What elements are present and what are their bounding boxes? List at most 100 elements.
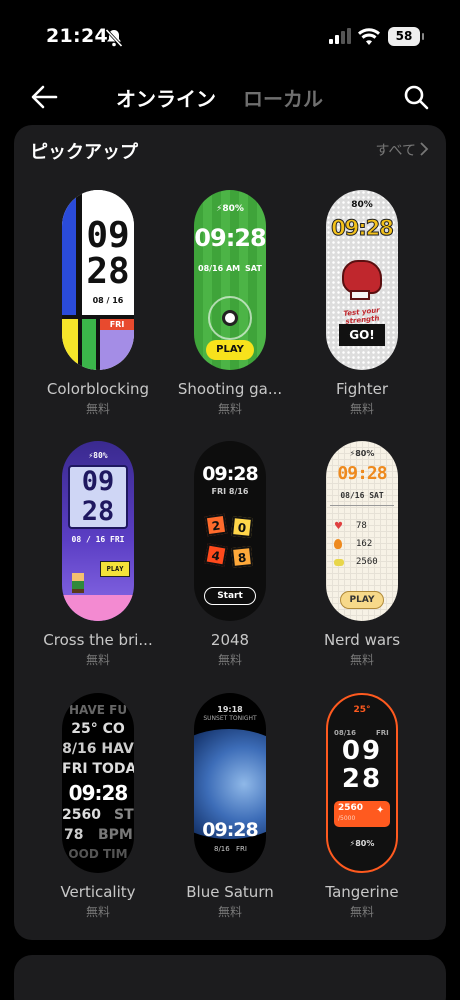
pixel-character-icon xyxy=(72,573,84,593)
cellular-signal-icon xyxy=(329,28,351,44)
watchface-preview-2048: 09:28 FRI 8/16 2 0 4 8 Start xyxy=(194,441,266,621)
date-text: 08/16 AM xyxy=(198,264,241,273)
soccer-ball-icon xyxy=(222,310,238,326)
pickup-section: ピックアップ すべて FRI 09 28 08 / 16 Colorblocki… xyxy=(14,125,446,940)
watchface-preview-verticality: HAVE FU 25° CO 8/16 HAV FRI TODA 09:28 2… xyxy=(62,693,134,873)
text-line: 25° CO xyxy=(71,721,125,737)
date-text: 08 / 16 FRI xyxy=(71,535,125,544)
watchface-preview-tangerine: 25° 08/16 FRI 09 28 2560 /5000 ✦ ⚡80% xyxy=(326,693,398,873)
battery-text: ⚡80% xyxy=(349,449,375,458)
item-price: 無料 xyxy=(349,402,374,416)
hour-text: 09 xyxy=(341,736,383,766)
tile: 4 xyxy=(204,543,228,567)
text-line: 8/16 HAV xyxy=(62,741,134,757)
text-line: HAVE FU xyxy=(68,703,128,717)
watchface-card[interactable]: FRI 09 28 08 / 16 Colorblocking 無料 xyxy=(28,190,168,417)
battery-text: ⚡80% xyxy=(349,839,375,848)
weather-text: 25° xyxy=(353,705,371,715)
steps-icon xyxy=(334,559,344,566)
watchface-card[interactable]: ⚡80% 09:28 08/16 AM SAT PLAY Shooting ga… xyxy=(160,190,300,417)
watchface-card[interactable]: 25° 08/16 FRI 09 28 2560 /5000 ✦ ⚡80% Ta… xyxy=(292,693,432,920)
time-text: 09:28 xyxy=(68,781,129,805)
watchface-preview-blue-saturn: 19:18 SUNSET TONIGHT 09:28 8/16 FRI xyxy=(194,693,266,873)
see-all-link[interactable]: すべて xyxy=(376,140,416,160)
steps-value: 2560 xyxy=(62,807,101,823)
search-icon[interactable] xyxy=(403,84,429,110)
item-price: 無料 xyxy=(85,402,110,416)
day-text: FRI xyxy=(236,845,247,853)
section-title: ピックアップ xyxy=(30,142,138,163)
watchface-preview-shooting: ⚡80% 09:28 08/16 AM SAT PLAY xyxy=(194,190,266,370)
tile: 2 xyxy=(204,513,228,537)
date-text: 08/16 SAT xyxy=(340,491,384,500)
chevron-right-icon[interactable] xyxy=(419,142,429,156)
go-button: GO! xyxy=(339,324,385,346)
bpm-label: BPM xyxy=(98,827,133,843)
start-button: Start xyxy=(204,587,256,605)
item-name: Fighter xyxy=(335,380,388,398)
tile: 8 xyxy=(231,546,253,568)
tab-local[interactable]: ローカル xyxy=(243,83,323,112)
calories-value: 162 xyxy=(356,539,373,549)
heart-rate-value: 78 xyxy=(356,521,367,531)
steps-value: 2560 xyxy=(338,803,364,813)
watchface-preview-cross-the-bridge: ⚡80% 09 28 08 / 16 FRI PLAY xyxy=(62,441,134,621)
item-price: 無料 xyxy=(85,905,110,919)
minute-text: 28 xyxy=(86,251,130,292)
battery-text: ⚡80% xyxy=(216,204,244,214)
watchface-card[interactable]: 19:18 SUNSET TONIGHT 09:28 8/16 FRI Blue… xyxy=(160,693,300,920)
item-price: 無料 xyxy=(217,402,242,416)
time-text: 09:28 xyxy=(202,463,258,485)
date-text: 8/16 xyxy=(214,845,230,853)
next-section-card xyxy=(14,955,446,1000)
status-bar: 21:24 58 xyxy=(0,0,460,70)
hour-text: 09 xyxy=(81,466,115,497)
runner-icon: ✦ xyxy=(376,805,385,816)
heart-icon: ♥ xyxy=(334,521,343,532)
caption-text: SUNSET TONIGHT xyxy=(203,715,257,722)
watchface-card[interactable]: 09:28 FRI 8/16 2 0 4 8 Start 2048 無料 xyxy=(160,441,300,668)
item-name: Cross the bri... xyxy=(43,631,153,649)
item-name: 2048 xyxy=(210,631,250,649)
minute-text: 28 xyxy=(341,764,383,794)
boxing-glove-icon xyxy=(342,260,382,294)
play-button: PLAY xyxy=(206,340,254,360)
time-text: 09:28 xyxy=(194,224,266,252)
time-text: 09:28 xyxy=(337,463,387,484)
time-text: 09:28 xyxy=(331,216,395,241)
watchface-card[interactable]: HAVE FU 25° CO 8/16 HAV FRI TODA 09:28 2… xyxy=(28,693,168,920)
watchface-card[interactable]: 80% 09:28 Test your strength GO! Fighter… xyxy=(292,190,432,417)
watchface-card[interactable]: ⚡80% 09 28 08 / 16 FRI PLAY Cross the br… xyxy=(28,441,168,668)
play-sign: PLAY xyxy=(100,561,130,577)
item-name: Colorblocking xyxy=(46,380,150,398)
steps-value: 2560 xyxy=(356,557,378,567)
watchface-preview-fighter: 80% 09:28 Test your strength GO! xyxy=(326,190,398,370)
minute-text: 28 xyxy=(81,496,115,527)
battery-text: 80% xyxy=(351,200,373,210)
day-text: SAT xyxy=(245,264,262,273)
watchface-card[interactable]: ⚡80% 09:28 08/16 SAT ♥ 78 162 2560 PLAY … xyxy=(292,441,432,668)
item-name: Verticality xyxy=(60,883,136,901)
battery-indicator: 58 xyxy=(388,27,424,46)
item-price: 無料 xyxy=(349,905,374,919)
item-price: 無料 xyxy=(349,653,374,667)
date-text: FRI 8/16 xyxy=(211,487,249,496)
text-line: OOD TIM xyxy=(68,847,128,861)
back-arrow-icon[interactable] xyxy=(30,84,58,110)
wifi-icon xyxy=(358,28,380,45)
flame-icon xyxy=(334,539,342,549)
play-button: PLAY xyxy=(340,591,384,609)
watchface-preview-nerd-wars: ⚡80% 09:28 08/16 SAT ♥ 78 162 2560 PLAY xyxy=(326,441,398,621)
time-text: 09:28 xyxy=(202,819,258,841)
item-price: 無料 xyxy=(85,653,110,667)
day-label: FRI xyxy=(100,319,134,330)
watchface-preview-colorblocking: FRI 09 28 08 / 16 xyxy=(62,190,134,370)
item-name: Shooting ga... xyxy=(177,380,283,398)
tab-online[interactable]: オンライン xyxy=(116,83,216,112)
small-time-text: 19:18 xyxy=(217,705,243,714)
date-text: 08 / 16 xyxy=(92,296,124,305)
item-name: Nerd wars xyxy=(323,631,401,649)
top-bar: オンライン ローカル xyxy=(0,70,460,125)
item-price: 無料 xyxy=(217,653,242,667)
item-price: 無料 xyxy=(217,905,242,919)
